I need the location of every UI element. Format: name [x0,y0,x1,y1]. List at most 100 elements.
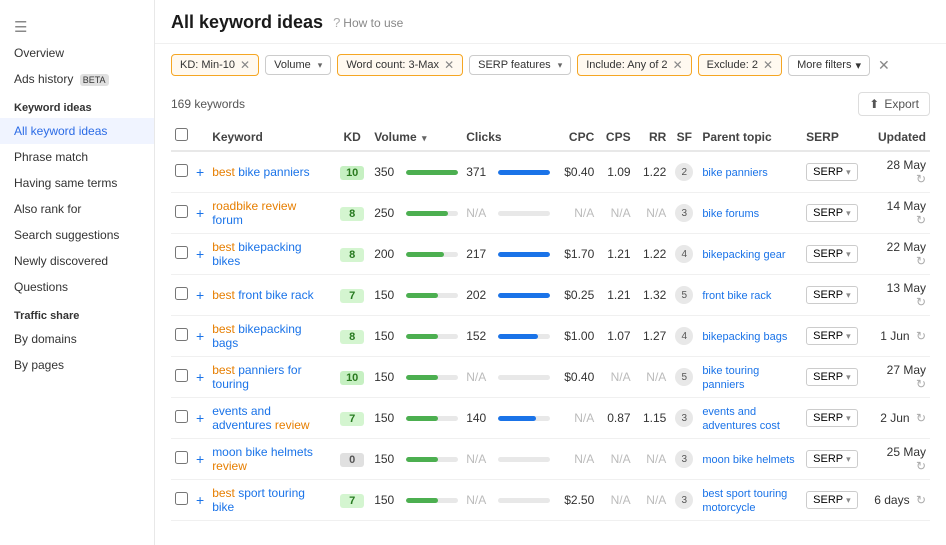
clicks-cell: N/A [462,439,554,480]
close-include-filter[interactable]: ✕ [673,58,683,72]
row-checkbox[interactable] [175,246,188,259]
add-keyword-button[interactable]: + [196,451,204,467]
sidebar-item-all-keyword-ideas[interactable]: All keyword ideas [0,118,154,144]
sf-cell: 3 [670,480,698,521]
serp-button[interactable]: SERP ▾ [806,245,858,263]
row-checkbox[interactable] [175,451,188,464]
refresh-icon[interactable]: ↻ [916,493,926,507]
sidebar-item-ads-history[interactable]: Ads history BETA [0,66,154,92]
cps-cell: 0.87 [598,398,634,439]
sidebar-item-newly-discovered[interactable]: Newly discovered [0,248,154,274]
serp-button[interactable]: SERP ▾ [806,327,858,345]
close-kd-filter[interactable]: ✕ [240,58,250,72]
serp-button[interactable]: SERP ▾ [806,163,858,181]
row-checkbox[interactable] [175,164,188,177]
keyword-link[interactable]: moon bike helmets review [212,445,313,473]
keyword-link[interactable]: best panniers for touring [212,363,301,391]
close-exclude-filter[interactable]: ✕ [763,58,773,72]
cpc-value: $0.40 [564,370,594,384]
serp-button[interactable]: SERP ▾ [806,204,858,222]
parent-topic-link[interactable]: bikepacking gear [702,249,785,261]
clicks-cell: 202 [462,275,554,316]
row-checkbox[interactable] [175,205,188,218]
serp-button[interactable]: SERP ▾ [806,450,858,468]
sidebar-item-overview[interactable]: Overview [0,40,154,66]
select-all-checkbox[interactable] [175,128,188,141]
parent-topic-link[interactable]: bike touring panniers [702,365,759,391]
serp-cell: SERP ▾ [802,480,867,521]
serp-button[interactable]: SERP ▾ [806,286,858,304]
sidebar-item-having-same-terms[interactable]: Having same terms [0,170,154,196]
add-keyword-button[interactable]: + [196,287,204,303]
row-checkbox[interactable] [175,287,188,300]
refresh-icon[interactable]: ↻ [916,459,926,473]
th-kd: KD [334,122,370,151]
volume-bar-fill [406,416,438,421]
filter-volume[interactable]: Volume ▾ [265,55,331,75]
parent-topic-link[interactable]: events and adventures cost [702,406,780,432]
sidebar-item-search-suggestions[interactable]: Search suggestions [0,222,154,248]
keyword-link[interactable]: best sport touring bike [212,486,305,514]
add-keyword-button[interactable]: + [196,410,204,426]
parent-topic-link[interactable]: moon bike helmets [702,454,794,466]
clear-filters-button[interactable]: ✕ [878,57,890,74]
add-keyword-button[interactable]: + [196,205,204,221]
volume-cell: 350 [370,151,462,193]
more-filters-button[interactable]: More filters ▾ [788,55,870,76]
keyword-link[interactable]: best bikepacking bags [212,322,301,350]
keyword-link[interactable]: events and adventures review [212,404,309,432]
add-keyword-button[interactable]: + [196,369,204,385]
how-to-link[interactable]: ? How to use [333,15,403,30]
refresh-icon[interactable]: ↻ [916,329,926,343]
parent-topic-link[interactable]: front bike rack [702,290,771,302]
refresh-icon[interactable]: ↻ [916,411,926,425]
clicks-number: 202 [466,288,494,302]
row-checkbox[interactable] [175,410,188,423]
clicks-number: N/A [466,370,494,384]
filter-word-count[interactable]: Word count: 3-Max ✕ [337,54,463,76]
filter-include[interactable]: Include: Any of 2 ✕ [577,54,691,76]
sidebar-item-also-rank-for[interactable]: Also rank for [0,196,154,222]
keyword-cell: best bikepacking bikes [208,234,334,275]
th-volume[interactable]: Volume ▾ [370,122,462,151]
filter-serp-features[interactable]: SERP features ▾ [469,55,571,75]
keyword-link[interactable]: best bike panniers [212,165,309,179]
keyword-link[interactable]: best bikepacking bikes [212,240,301,268]
refresh-icon[interactable]: ↻ [916,377,926,391]
parent-topic-link[interactable]: bike forums [702,208,759,220]
row-checkbox-cell [171,357,192,398]
parent-topic-link[interactable]: bike panniers [702,167,767,179]
refresh-icon[interactable]: ↻ [916,213,926,227]
row-checkbox[interactable] [175,328,188,341]
rr-cell: N/A [635,357,671,398]
serp-button[interactable]: SERP ▾ [806,409,858,427]
filter-kd[interactable]: KD: Min-10 ✕ [171,54,259,76]
export-button[interactable]: ⬆ Export [858,92,930,116]
add-keyword-button[interactable]: + [196,164,204,180]
refresh-icon[interactable]: ↻ [916,172,926,186]
parent-topic-link[interactable]: best sport touring motorcycle [702,488,787,514]
refresh-icon[interactable]: ↻ [916,295,926,309]
serp-button[interactable]: SERP ▾ [806,368,858,386]
sidebar-item-by-domains[interactable]: By domains [0,326,154,352]
close-word-count-filter[interactable]: ✕ [444,58,454,72]
add-keyword-button[interactable]: + [196,492,204,508]
updated-cell: 13 May ↻ [867,275,930,316]
clicks-cell: 217 [462,234,554,275]
sidebar-item-by-pages[interactable]: By pages [0,352,154,378]
keyword-link[interactable]: best front bike rack [212,288,313,302]
serp-button[interactable]: SERP ▾ [806,491,858,509]
refresh-icon[interactable]: ↻ [916,254,926,268]
keyword-link[interactable]: roadbike review forum [212,199,296,227]
clicks-bar-bg [498,498,550,503]
sidebar-item-phrase-match[interactable]: Phrase match [0,144,154,170]
add-keyword-button[interactable]: + [196,246,204,262]
row-checkbox[interactable] [175,369,188,382]
sidebar-item-questions[interactable]: Questions [0,274,154,300]
add-keyword-button[interactable]: + [196,328,204,344]
sf-badge: 3 [675,409,693,427]
filter-exclude[interactable]: Exclude: 2 ✕ [698,54,782,76]
parent-topic-link[interactable]: bikepacking bags [702,331,787,343]
row-checkbox[interactable] [175,492,188,505]
menu-icon[interactable]: ☰ [14,18,27,36]
